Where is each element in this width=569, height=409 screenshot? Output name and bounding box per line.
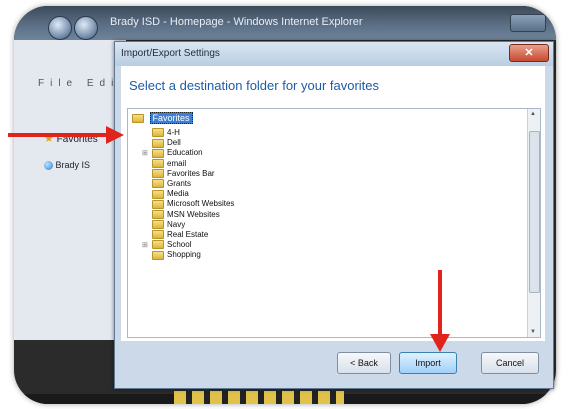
background-poster bbox=[174, 391, 344, 404]
tree-root-favorites[interactable]: Favorites bbox=[132, 112, 193, 126]
tree-item-label: Navy bbox=[167, 219, 186, 229]
tree-item-label: Real Estate bbox=[167, 229, 209, 239]
tree-item-label: Favorites Bar bbox=[167, 168, 215, 178]
tree-item[interactable]: MSN Websites bbox=[152, 210, 234, 220]
tree-item[interactable]: Shopping bbox=[152, 250, 234, 260]
folder-icon bbox=[132, 114, 144, 124]
folder-tree[interactable]: Favorites 4-H Dell ⊞ Education email Favorite… bbox=[127, 108, 541, 338]
import-button[interactable]: Import bbox=[399, 352, 457, 374]
close-button[interactable]: ✕ bbox=[509, 44, 549, 62]
browser-titlebar: Brady ISD - Homepage - Windows Internet … bbox=[14, 6, 556, 40]
globe-icon bbox=[44, 161, 53, 171]
folder-icon bbox=[152, 158, 164, 168]
dialog-body: Select a destination folder for your fav… bbox=[121, 66, 545, 341]
dialog-title: Import/Export Settings bbox=[121, 48, 220, 59]
tree-item[interactable]: Real Estate bbox=[152, 230, 234, 240]
folder-icon bbox=[152, 148, 164, 158]
tree-item-label: Shopping bbox=[167, 250, 201, 260]
tree-item-label: Education bbox=[167, 148, 203, 158]
dialog-titlebar: Import/Export Settings ✕ bbox=[115, 42, 553, 66]
tree-item-label: School bbox=[167, 240, 192, 250]
tree-item[interactable]: 4-H bbox=[152, 128, 234, 138]
expand-icon[interactable]: ⊞ bbox=[142, 149, 148, 159]
tree-item[interactable]: ⊞ Education bbox=[142, 148, 234, 158]
tree-item[interactable]: email bbox=[152, 159, 234, 169]
scroll-up-icon[interactable]: ▲ bbox=[530, 111, 536, 117]
annotation-arrow-left bbox=[8, 133, 108, 137]
expand-icon[interactable]: ⊞ bbox=[142, 241, 148, 251]
forward-nav-icon[interactable] bbox=[74, 16, 98, 40]
scroll-thumb[interactable] bbox=[529, 131, 540, 293]
folder-icon bbox=[152, 209, 164, 219]
scroll-down-icon[interactable]: ▼ bbox=[530, 329, 536, 335]
browser-title: Brady ISD - Homepage - Windows Internet … bbox=[110, 16, 363, 28]
folder-icon bbox=[152, 199, 164, 209]
tree-item-label: 4-H bbox=[167, 128, 180, 137]
tree-item[interactable]: Microsoft Websites bbox=[152, 199, 234, 209]
folder-icon bbox=[152, 189, 164, 199]
tree-item-label: Dell bbox=[167, 138, 181, 148]
browser-left-panel: File Edit ★ Favorites Brady IS bbox=[14, 40, 126, 340]
back-nav-icon[interactable] bbox=[48, 16, 72, 40]
tree-item[interactable]: Navy bbox=[152, 220, 234, 230]
tree-item-label: Media bbox=[167, 189, 189, 199]
tree-item[interactable]: Grants bbox=[152, 179, 234, 189]
folder-icon bbox=[152, 220, 164, 230]
tree-scrollbar[interactable]: ▲ ▼ bbox=[527, 109, 540, 337]
folder-icon bbox=[152, 169, 164, 179]
tree-list: 4-H Dell ⊞ Education email Favorites Bar Grant… bbox=[142, 128, 234, 260]
tree-item[interactable]: Dell bbox=[152, 138, 234, 148]
tree-item[interactable]: ⊞ School bbox=[142, 240, 234, 250]
folder-icon bbox=[152, 179, 164, 189]
tree-item-label: Grants bbox=[167, 178, 192, 188]
tree-item-label: Microsoft Websites bbox=[167, 199, 235, 209]
back-button[interactable]: < Back bbox=[337, 352, 391, 374]
annotation-arrow-down bbox=[438, 270, 442, 336]
tree-root-label: Favorites bbox=[149, 112, 193, 124]
annotation-arrow-left-head bbox=[106, 126, 124, 144]
folder-icon bbox=[152, 240, 164, 250]
folder-icon bbox=[152, 138, 164, 148]
folder-icon bbox=[152, 128, 164, 138]
close-icon: ✕ bbox=[524, 47, 534, 59]
tree-item[interactable]: Favorites Bar bbox=[152, 169, 234, 179]
tree-item-label: MSN Websites bbox=[167, 209, 220, 219]
browser-tab[interactable]: Brady IS bbox=[44, 160, 91, 171]
browser-window-button[interactable] bbox=[510, 14, 546, 32]
dialog-heading: Select a destination folder for your fav… bbox=[129, 78, 380, 93]
folder-icon bbox=[152, 250, 164, 260]
annotation-arrow-down-head bbox=[430, 334, 450, 352]
tree-item[interactable]: Media bbox=[152, 189, 234, 199]
tree-item-label: email bbox=[167, 158, 187, 168]
cancel-button[interactable]: Cancel bbox=[481, 352, 539, 374]
import-export-dialog: Import/Export Settings ✕ Select a destin… bbox=[114, 41, 554, 389]
folder-icon bbox=[152, 230, 164, 240]
tab-label: Brady IS bbox=[55, 160, 91, 170]
